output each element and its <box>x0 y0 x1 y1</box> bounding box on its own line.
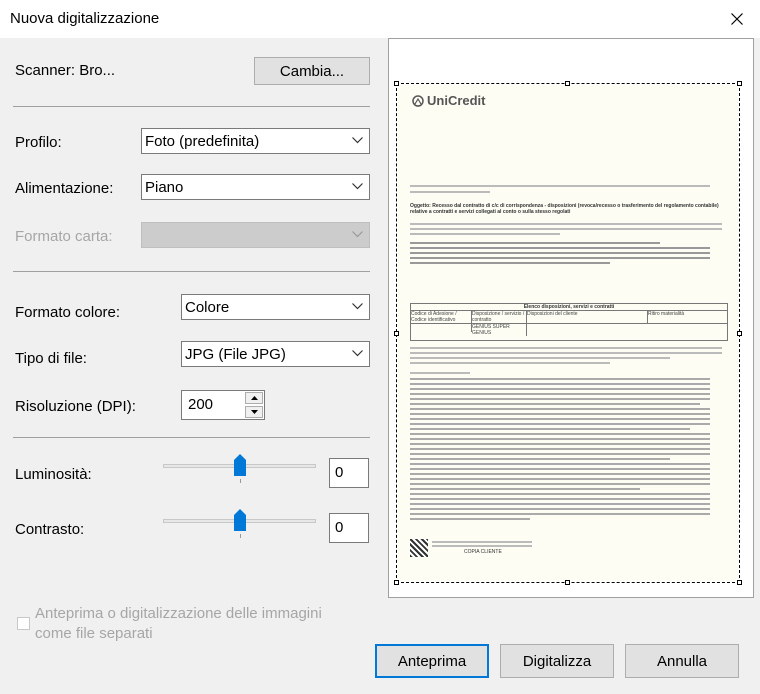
separate-files-label-line2: come file separati <box>35 625 153 642</box>
slider-tick <box>240 479 241 483</box>
contrast-label: Contrasto: <box>15 521 85 538</box>
resolution-spin-buttons <box>245 392 263 418</box>
resize-handle[interactable] <box>565 580 570 585</box>
chevron-down-icon <box>352 137 363 144</box>
cancel-button[interactable]: Annulla <box>625 644 739 678</box>
arrow-up-icon <box>250 396 258 400</box>
change-scanner-button[interactable]: Cambia... <box>254 57 370 85</box>
resize-handle[interactable] <box>394 81 399 86</box>
paper-size-select <box>141 222 370 248</box>
file-type-label: Tipo di file: <box>15 350 87 367</box>
chevron-down-icon <box>352 183 363 190</box>
resolution-label: Risoluzione (DPI): <box>15 398 136 415</box>
resize-handle[interactable] <box>394 580 399 585</box>
color-format-select[interactable]: Colore <box>181 294 370 320</box>
spin-up-button[interactable] <box>245 392 263 404</box>
chevron-down-icon <box>352 231 363 238</box>
contrast-value-field[interactable]: 0 <box>329 513 369 543</box>
color-format-label: Formato colore: <box>15 304 121 321</box>
color-format-value: Colore <box>185 298 230 316</box>
scanner-label: Scanner: Bro... <box>15 62 116 79</box>
divider <box>13 106 370 107</box>
resize-handle[interactable] <box>394 331 399 336</box>
paper-size-label: Formato carta: <box>15 228 113 245</box>
profile-value: Foto (predefinita) <box>145 132 260 150</box>
window-title: Nuova digitalizzazione <box>10 10 160 27</box>
slider-tick <box>240 534 241 538</box>
source-value: Piano <box>145 178 184 196</box>
resolution-value: 200 <box>188 396 214 413</box>
scan-preview-area[interactable]: UniCredit Oggetto: Recesso dal contratto… <box>388 38 754 598</box>
arrow-down-icon <box>250 410 258 414</box>
scan-button[interactable]: Digitalizza <box>500 644 614 678</box>
slider-thumb[interactable] <box>234 509 246 531</box>
chevron-down-icon <box>352 350 363 357</box>
brightness-value-field[interactable]: 0 <box>329 458 369 488</box>
divider <box>13 271 370 272</box>
separate-files-checkbox[interactable] <box>17 617 30 630</box>
resize-handle[interactable] <box>737 580 742 585</box>
separate-files-label: Anteprima o digitalizzazione delle immag… <box>35 604 322 644</box>
settings-panel: Scanner: Bro... Cambia... Profilo: Foto … <box>0 38 387 694</box>
profile-label: Profilo: <box>15 134 62 151</box>
close-icon <box>731 13 743 25</box>
spin-down-button[interactable] <box>245 406 263 418</box>
title-bar: Nuova digitalizzazione <box>0 0 760 38</box>
preview-button[interactable]: Anteprima <box>375 644 489 678</box>
brightness-label: Luminosità: <box>15 466 92 483</box>
source-label: Alimentazione: <box>15 180 114 197</box>
source-select[interactable]: Piano <box>141 174 370 200</box>
chevron-down-icon <box>352 303 363 310</box>
scan-region-selection[interactable] <box>396 83 740 583</box>
resize-handle[interactable] <box>737 81 742 86</box>
divider <box>13 437 370 438</box>
file-type-select[interactable]: JPG (File JPG) <box>181 341 370 367</box>
close-button[interactable] <box>714 0 760 38</box>
resolution-spinbox[interactable]: 200 <box>181 390 265 420</box>
slider-thumb[interactable] <box>234 454 246 476</box>
resize-handle[interactable] <box>565 81 570 86</box>
resize-handle[interactable] <box>737 331 742 336</box>
profile-select[interactable]: Foto (predefinita) <box>141 128 370 154</box>
separate-files-label-line1: Anteprima o digitalizzazione delle immag… <box>35 605 322 622</box>
file-type-value: JPG (File JPG) <box>185 345 286 363</box>
